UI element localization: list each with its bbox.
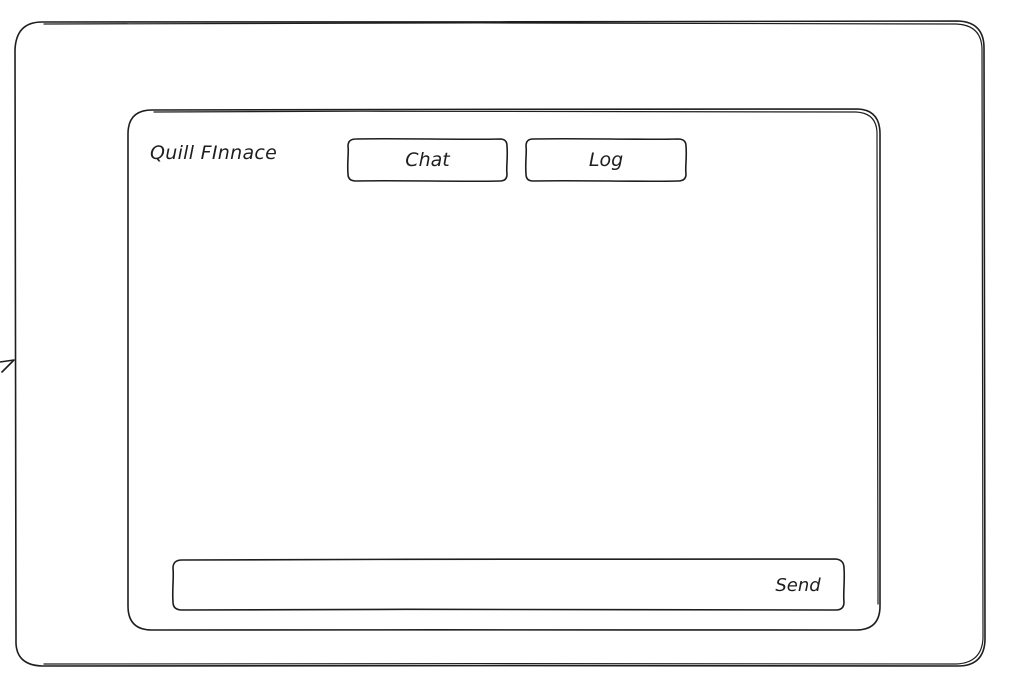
tab-chat-label: Chat [405,149,450,171]
message-input[interactable] [185,570,759,602]
send-button[interactable]: Send [763,566,833,604]
send-button-label: Send [775,574,821,596]
wireframe-canvas: Quill FInnace Chat Log Send [0,0,1014,682]
tab-log-label: Log [588,149,624,171]
tab-log[interactable]: Log [526,139,686,181]
app-title: Quill FInnace [150,142,278,164]
message-composer: Send [173,560,844,610]
arrow-head-icon [0,359,15,373]
app-window-frame-retrace [153,110,879,605]
tab-chat[interactable]: Chat [348,139,507,181]
app-window-frame [126,108,882,632]
